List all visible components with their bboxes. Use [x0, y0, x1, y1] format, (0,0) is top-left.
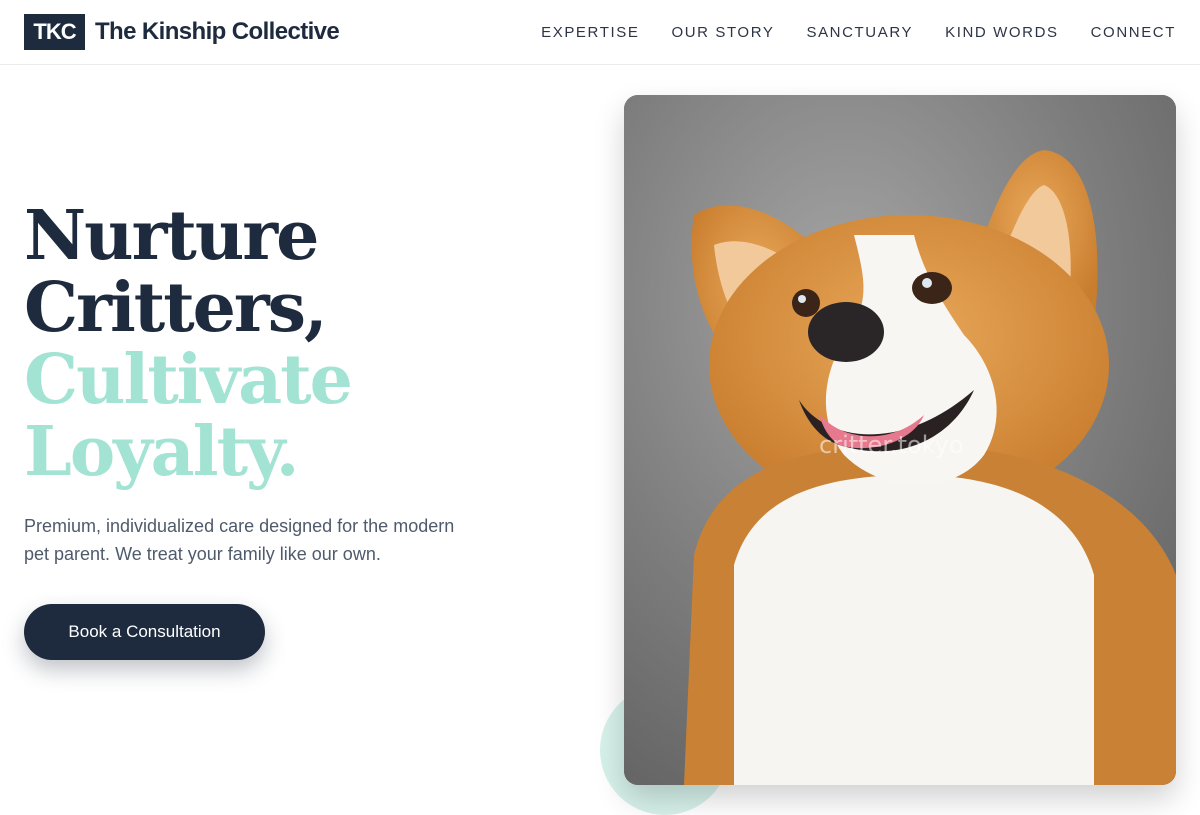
book-consultation-button[interactable]: Book a Consultation — [24, 604, 265, 660]
nav-link-kind-words[interactable]: KIND WORDS — [945, 24, 1059, 41]
site-header: TKC The Kinship Collective EXPERTISE OUR… — [0, 0, 1200, 65]
hero-dog-photo: critter.tokyo — [624, 95, 1176, 785]
logo-mark: TKC — [24, 14, 85, 50]
main-nav: EXPERTISE OUR STORY SANCTUARY KIND WORDS… — [509, 24, 1176, 41]
brand[interactable]: TKC The Kinship Collective — [24, 14, 340, 50]
nav-link-our-story[interactable]: OUR STORY — [671, 24, 774, 41]
nav-link-sanctuary[interactable]: SANCTUARY — [806, 24, 913, 41]
hero-subtext: Premium, individualized care designed fo… — [24, 516, 455, 564]
nav-link-expertise[interactable]: EXPERTISE — [541, 24, 639, 41]
headline-line-4: Loyalty. — [24, 412, 299, 492]
headline-line-3: Cultivate — [24, 340, 353, 420]
headline-line-1: Nurture — [24, 196, 319, 276]
hero-text: Nurture Critters, Cultivate Loyalty. Pre… — [24, 200, 494, 660]
nav-link-connect[interactable]: CONNECT — [1091, 24, 1176, 41]
brand-name: The Kinship Collective — [95, 18, 340, 45]
corgi-illustration: critter.tokyo — [624, 95, 1176, 785]
photo-watermark: critter.tokyo — [819, 431, 964, 459]
hero-headline: Nurture Critters, Cultivate Loyalty. — [24, 200, 494, 488]
headline-line-2: Critters, — [24, 268, 328, 348]
